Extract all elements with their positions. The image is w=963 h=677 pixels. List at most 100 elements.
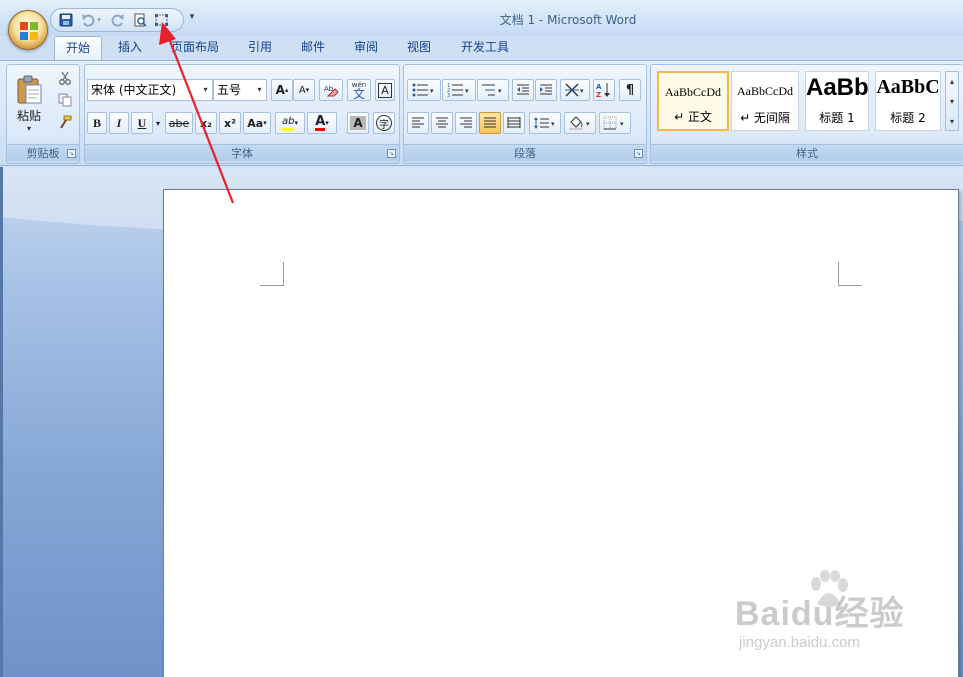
sort-button[interactable]: AZ (593, 79, 615, 101)
superscript-button[interactable]: x² (219, 112, 241, 134)
svg-text:▾: ▾ (498, 87, 502, 95)
font-size-dropdown-icon[interactable]: ▾ (253, 80, 266, 100)
change-case-label: Aa (247, 116, 264, 130)
numbering-button[interactable]: 1 2 3 ▾ (442, 79, 476, 101)
tab-insert[interactable]: 插入 (108, 36, 152, 60)
format-painter-icon (60, 115, 72, 129)
change-case-button[interactable]: Aa ▾ (243, 112, 271, 134)
style-heading-2-sample: AaBbC (876, 76, 940, 98)
enclose-characters-button[interactable]: 字 (373, 112, 395, 134)
svg-text:Z: Z (596, 91, 601, 98)
align-center-button[interactable] (431, 112, 453, 134)
shading-button[interactable]: ▾ (564, 112, 596, 134)
shrink-font-icon: A (298, 84, 306, 96)
copy-button[interactable] (55, 91, 75, 109)
tab-developer[interactable]: 开发工具 (452, 36, 518, 60)
svg-text:▾: ▾ (580, 87, 584, 95)
font-name-field[interactable]: 宋体 (中文正文) ▾ (87, 79, 213, 101)
grow-font-button[interactable]: A ▴ (271, 79, 293, 101)
show-formatting-marks-button[interactable]: ¶ (619, 79, 641, 101)
line-spacing-button[interactable]: ▾ (529, 112, 561, 134)
highlighter-icon: ab (282, 116, 295, 131)
clipboard-group: 粘贴 ▾ 剪贴板 ↘ (6, 64, 80, 164)
italic-button[interactable]: I (109, 112, 129, 134)
margin-corner-top-right (838, 262, 862, 286)
distributed-icon (507, 117, 521, 128)
underline-dropdown-icon[interactable]: ▾ (153, 112, 163, 134)
phonetic-guide-char: 文 (352, 87, 365, 101)
office-button[interactable] (8, 10, 48, 50)
tab-home[interactable]: 开始 (54, 36, 102, 61)
style-heading-1-sample: AaBb (806, 74, 868, 101)
tab-mailings[interactable]: 邮件 (291, 36, 335, 60)
chinese-layout-button[interactable]: ▾ (560, 79, 590, 101)
bold-button[interactable]: B (87, 112, 107, 134)
style-heading-2[interactable]: AaBbC 标题 2 (875, 71, 941, 131)
align-left-icon (412, 117, 424, 128)
subscript-button[interactable]: x₂ (195, 112, 217, 134)
font-name-dropdown-icon[interactable]: ▾ (199, 80, 212, 100)
style-no-spacing-name: ↵ 无间隔 (740, 111, 790, 125)
character-shading-button[interactable]: A (347, 112, 369, 134)
borders-icon: ▾ (603, 116, 624, 130)
align-center-icon (436, 117, 448, 128)
clear-formatting-button[interactable]: Ab (319, 79, 343, 101)
style-heading-1[interactable]: AaBb 标题 1 (805, 71, 869, 131)
shrink-font-button[interactable]: A ▾ (293, 79, 315, 101)
font-dialog-launcher[interactable]: ↘ (387, 149, 396, 158)
style-no-spacing[interactable]: AaBbCcDd ↵ 无间隔 (731, 71, 799, 131)
paragraph-group: ▾ 1 2 3 ▾ ▾ ▾ A Z ¶ ▾ ▾ ▾ 段落 ↘ (403, 64, 647, 164)
style-heading-2-name: 标题 2 (890, 111, 926, 125)
cut-button[interactable] (55, 69, 75, 87)
baidu-watermark: Baidu经验 jingyan.baidu.com (735, 570, 925, 660)
decrease-indent-button[interactable] (512, 79, 534, 101)
svg-text:▾: ▾ (465, 87, 469, 95)
phonetic-guide-button[interactable]: wén 文 (347, 79, 371, 101)
decrease-indent-icon (517, 84, 529, 95)
clipboard-dialog-launcher[interactable]: ↘ (67, 149, 76, 158)
numbering-icon: 1 2 3 ▾ (447, 83, 469, 97)
borders-button[interactable]: ▾ (599, 112, 631, 134)
align-right-button[interactable] (455, 112, 477, 134)
office-logo-icon (20, 22, 38, 40)
paste-button[interactable]: 粘贴 ▾ (11, 69, 47, 139)
increase-indent-button[interactable] (535, 79, 557, 101)
styles-gallery-scroll[interactable]: ▴ ▾ ▾ (945, 71, 959, 131)
paste-dropdown-icon[interactable]: ▾ (27, 124, 31, 133)
tab-page-layout[interactable]: 页面布局 (162, 36, 228, 60)
increase-indent-icon (540, 84, 552, 95)
underline-button[interactable]: U (131, 112, 153, 134)
style-normal-sample: AaBbCcDd (665, 85, 721, 99)
multilevel-list-button[interactable]: ▾ (477, 79, 509, 101)
paragraph-dialog-launcher[interactable]: ↘ (634, 149, 643, 158)
tab-review[interactable]: 审阅 (344, 36, 388, 60)
justify-button[interactable] (479, 112, 501, 134)
title-bar: ▾ ▾ 文档 1 - Microsoft Word (0, 0, 963, 36)
svg-text:▾: ▾ (620, 120, 624, 128)
tab-view[interactable]: 视图 (397, 36, 441, 60)
font-size-field[interactable]: 五号 ▾ (213, 79, 267, 101)
svg-text:3: 3 (447, 93, 450, 97)
line-spacing-icon: ▾ (534, 117, 555, 129)
paragraph-group-label: 段落 (404, 144, 646, 161)
svg-text:A: A (596, 83, 602, 91)
style-no-spacing-sample: AaBbCcDd (737, 84, 793, 98)
align-left-button[interactable] (407, 112, 429, 134)
style-heading-1-name: 标题 1 (819, 111, 855, 125)
window-title: 文档 1 - Microsoft Word (499, 13, 637, 27)
strikethrough-button[interactable]: abe (165, 112, 193, 134)
font-color-icon: A (315, 114, 326, 131)
format-painter-button[interactable] (55, 113, 75, 131)
scissors-icon (59, 71, 71, 85)
distributed-button[interactable] (503, 112, 525, 134)
character-shading-icon: A (350, 116, 366, 130)
bullets-button[interactable]: ▾ (407, 79, 441, 101)
tab-references[interactable]: 引用 (238, 36, 282, 60)
chinese-layout-icon: ▾ (565, 83, 584, 97)
sort-icon: AZ (596, 83, 610, 98)
text-highlight-button[interactable]: ab ▾ (275, 112, 305, 134)
character-border-button[interactable]: A (375, 79, 395, 101)
character-border-icon: A (378, 82, 392, 98)
font-color-button[interactable]: A ▾ (307, 112, 337, 134)
style-normal[interactable]: AaBbCcDd ↵ 正文 (657, 71, 729, 131)
